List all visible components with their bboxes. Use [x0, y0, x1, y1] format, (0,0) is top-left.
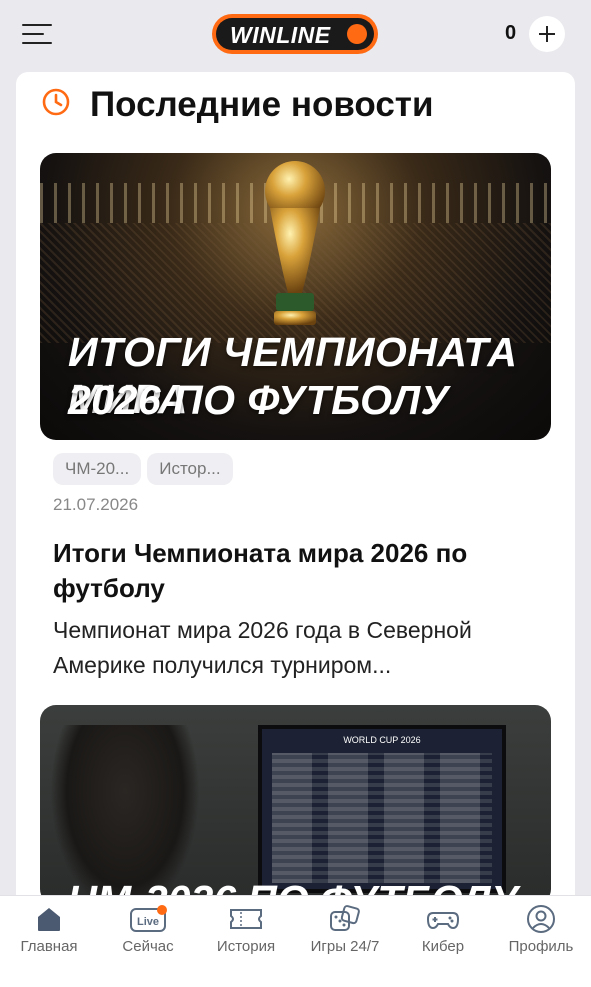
- nav-label-live: Сейчас: [122, 938, 174, 955]
- tv-screen-title: WORLD CUP 2026: [343, 735, 421, 745]
- ticket-icon: [230, 909, 262, 929]
- article-image-world-cup-2026[interactable]: WORLD CUP 2026 ЧМ-2026 ПО ФУТБОЛУ: [40, 705, 551, 902]
- section-title: Последние новости: [90, 85, 434, 124]
- nav-label-games: Игры 24/7: [310, 938, 380, 955]
- nav-item-home[interactable]: Главная: [17, 904, 81, 955]
- nav-item-cyber[interactable]: Кибер: [414, 904, 472, 955]
- menu-line-bottom: [22, 42, 52, 44]
- dice-icon: [330, 905, 360, 931]
- world-cup-trophy-image: [265, 161, 325, 325]
- menu-line-middle: [22, 33, 44, 35]
- gamepad-icon: [426, 912, 460, 930]
- tv-group-table: [272, 753, 492, 883]
- logo-text: WINLINE: [230, 22, 331, 48]
- balance-value: 0: [505, 22, 517, 44]
- tag-chip[interactable]: Истор...: [147, 453, 233, 485]
- nav-label-home: Главная: [20, 938, 78, 955]
- logo-dot: [347, 24, 367, 44]
- menu-button[interactable]: [22, 22, 52, 46]
- person-silhouette: [50, 725, 200, 902]
- article-date: 21.07.2026: [53, 495, 139, 514]
- clock-icon: [42, 88, 70, 116]
- nav-item-history[interactable]: История: [211, 904, 281, 955]
- live-icon: Live: [130, 905, 167, 932]
- winline-logo[interactable]: WINLINE: [212, 14, 378, 54]
- tv-screen-image: WORLD CUP 2026: [258, 725, 506, 893]
- live-badge-text: Live: [137, 916, 159, 928]
- deposit-add-button[interactable]: [529, 16, 565, 52]
- article-image-world-cup-results[interactable]: ИТОГИ ЧЕМПИОНАТА МИРА 2026 ПО ФУТБОЛУ: [40, 153, 551, 440]
- nav-label-cyber: Кибер: [421, 938, 465, 955]
- tag-chip[interactable]: ЧМ-20...: [53, 453, 142, 485]
- nav-label-history: История: [216, 938, 276, 955]
- logo-inner: WINLINE: [216, 18, 374, 50]
- app-header: WINLINE 0: [0, 0, 591, 70]
- nav-item-profile[interactable]: Профиль: [505, 904, 577, 955]
- nav-label-profile: Профиль: [508, 938, 574, 955]
- news-feed: Последние новости ИТОГИ ЧЕМПИОНАТА МИРА …: [16, 72, 575, 902]
- bottom-navigation: Главная Live Сейчас История Игры 24/7 Ки…: [0, 895, 591, 987]
- article-excerpt: Чемпионат мира 2026 года в Северной Амер…: [53, 617, 472, 678]
- home-icon: [38, 908, 60, 931]
- image-headline-line2: 2026 ПО ФУТБОЛУ: [68, 377, 449, 423]
- profile-icon: [527, 905, 555, 933]
- nav-item-games[interactable]: Игры 24/7: [304, 904, 386, 955]
- article-tags: ЧМ-20... Истор...: [53, 453, 239, 485]
- menu-line-top: [22, 24, 52, 26]
- nav-item-live[interactable]: Live Сейчас: [117, 904, 179, 955]
- article-title[interactable]: Итоги Чемпионата мира 2026 по футболу: [53, 536, 553, 606]
